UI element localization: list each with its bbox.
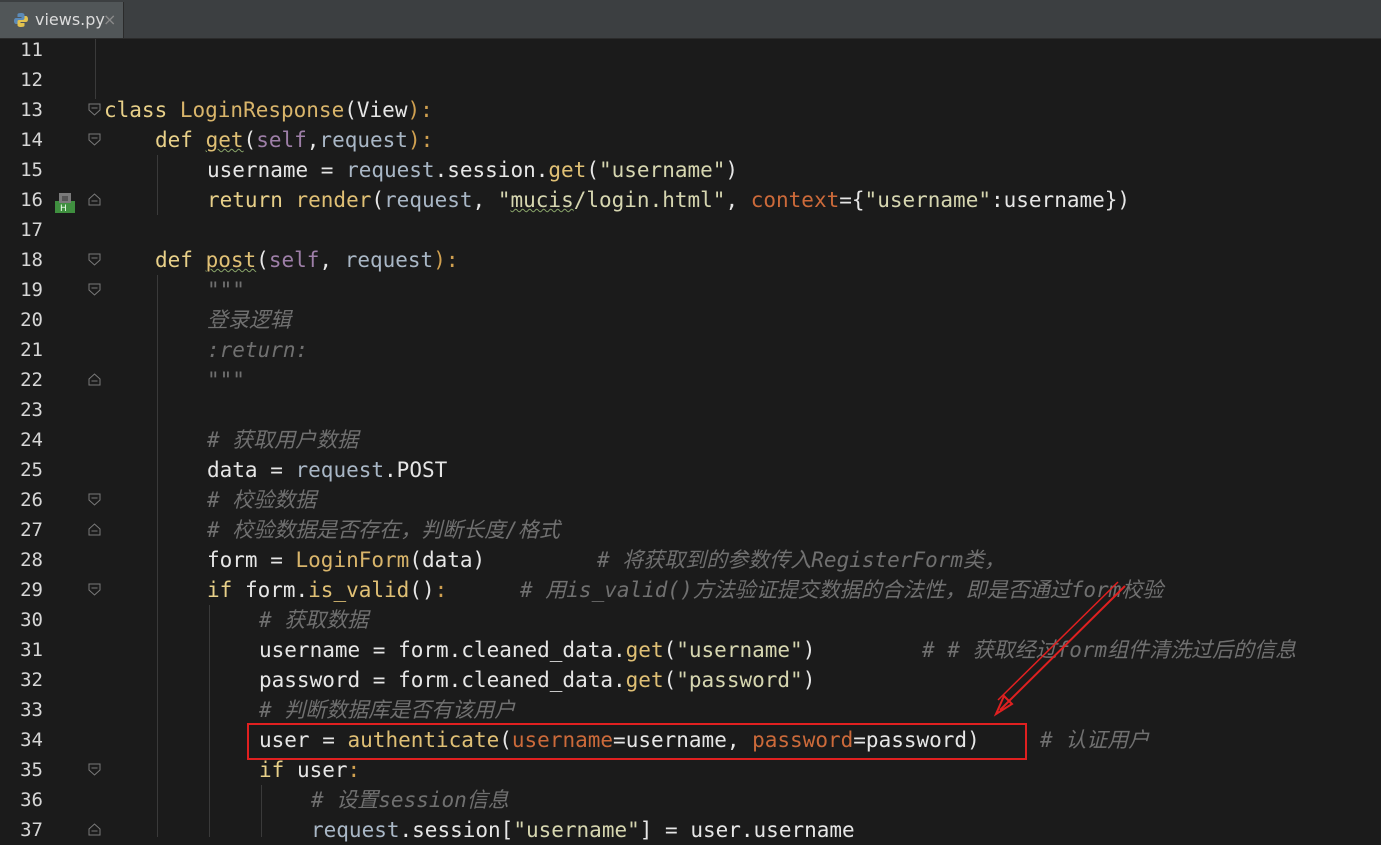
annotation-arrow: [993, 581, 1126, 717]
